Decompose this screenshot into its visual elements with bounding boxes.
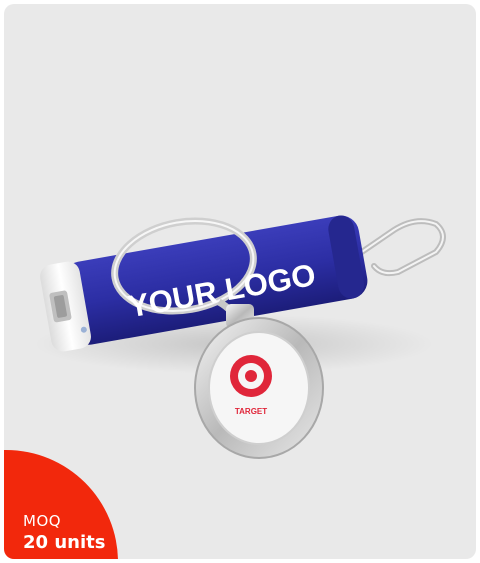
product-card: YOUR LOGO TARGET MOQ 20 units bbox=[4, 4, 476, 559]
moq-value: 20 units bbox=[23, 532, 106, 553]
moq-label: MOQ bbox=[23, 512, 62, 530]
keyring-logo-text: TARGET bbox=[235, 407, 267, 416]
keychain-tag: TARGET bbox=[194, 317, 324, 459]
carabiner-clip bbox=[353, 218, 446, 277]
